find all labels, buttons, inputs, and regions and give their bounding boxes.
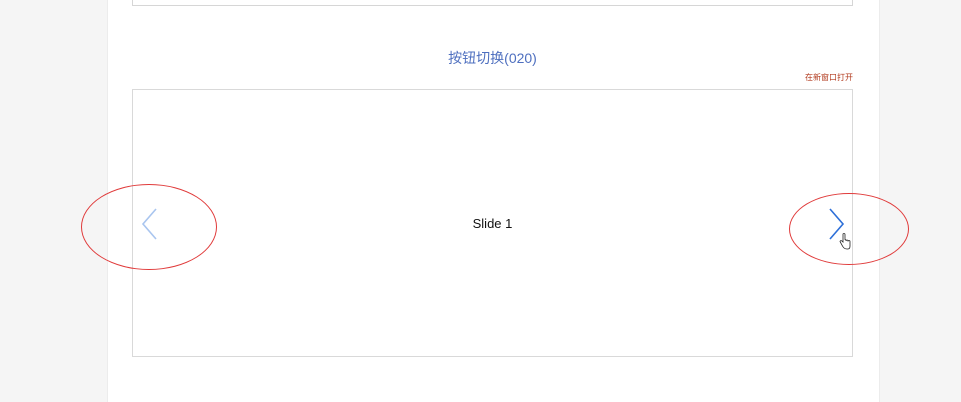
previous-demo-frame: [132, 0, 853, 6]
section-title: 按钮切换(020): [448, 50, 537, 66]
swiper-container[interactable]: Slide 1: [132, 89, 853, 357]
chevron-left-icon: [141, 208, 157, 240]
open-in-new-window-link[interactable]: 在新窗口打开: [805, 72, 853, 83]
chevron-right-icon: [829, 208, 845, 240]
next-slide-button[interactable]: [825, 207, 847, 241]
slide-label: Slide 1: [472, 215, 513, 231]
slide-1: Slide 1: [133, 90, 852, 356]
prev-slide-button[interactable]: [139, 207, 161, 241]
